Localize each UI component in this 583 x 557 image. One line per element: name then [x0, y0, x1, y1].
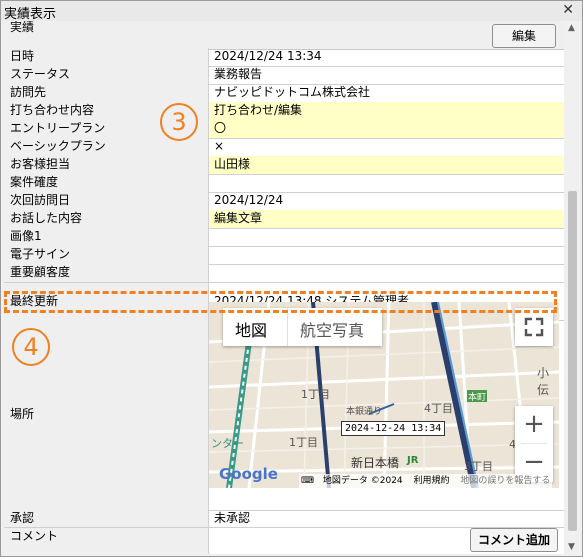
map-tab[interactable]: 地図: [235, 317, 267, 341]
detail-label: 訪問先: [4, 84, 209, 102]
detail-row: 案件確度: [4, 174, 564, 193]
detail-value: [209, 264, 564, 282]
detail-label: ステータス: [4, 66, 209, 84]
zoom-in-icon[interactable]: +: [515, 406, 553, 443]
map-station-label: 本町: [468, 393, 487, 403]
approval-value: 未承認: [214, 511, 251, 525]
edit-button[interactable]: 編集: [492, 24, 556, 48]
add-comment-button[interactable]: コメント追加: [470, 528, 558, 552]
detail-row: 画像1: [4, 228, 564, 247]
detail-row: 訪問先 ナビッピドットコム株式会社: [4, 84, 564, 103]
callout-three: 3: [160, 103, 198, 141]
satellite-tab[interactable]: 航空写真: [300, 317, 364, 341]
detail-label: お客様担当: [4, 156, 209, 174]
map-place-label: 小伝: [537, 366, 550, 397]
scroll-down-icon[interactable]: ▼: [568, 542, 575, 552]
map-place-label: 1丁目: [301, 388, 330, 401]
map-place-label: 3丁目: [464, 460, 493, 473]
approval-row: 承認 未承認: [4, 510, 564, 528]
window-title: 実績表示: [4, 7, 57, 22]
detail-row: ステータス 業務報告: [4, 66, 564, 85]
detail-row: エントリープラン〇: [4, 120, 564, 139]
detail-label: 次回訪問日: [4, 192, 209, 210]
detail-value: [209, 246, 564, 264]
scrollbar[interactable]: ▲ ▼: [565, 21, 580, 554]
map-place-label: 本銀通り: [346, 407, 383, 417]
map-type-control: 地図 航空写真: [223, 308, 382, 346]
scroll-thumb[interactable]: [568, 191, 577, 531]
keyboard-icon[interactable]: ⌨: [301, 476, 314, 486]
detail-row: お客様担当 山田様: [4, 156, 564, 175]
section-label: 実績: [10, 21, 35, 34]
title-bar: 実績表示 ✕: [1, 1, 582, 22]
detail-value: 2024/12/24: [214, 193, 284, 207]
detail-label: 電子サイン: [4, 246, 209, 264]
fullscreen-glyph: [524, 317, 544, 337]
callout-four: 4: [12, 328, 50, 366]
map-data-text: 地図データ ©2024: [322, 476, 403, 486]
detail-row: 電子サイン: [4, 246, 564, 265]
map-place-label: ンター: [211, 437, 244, 450]
report-error-link[interactable]: 地図の誤りを報告する: [460, 476, 550, 486]
detail-label: 案件確度: [4, 174, 209, 192]
detail-value: 業務報告: [214, 67, 263, 81]
detail-row: 打ち合わせ内容 打ち合わせ/編集: [4, 102, 564, 121]
detail-value: 編集文章: [209, 210, 564, 228]
comment-label: コメント: [4, 528, 209, 554]
detail-label: 日時: [4, 48, 209, 66]
map-place-label: 新日本橋: [351, 456, 400, 470]
detail-value: ナビッピドットコム株式会社: [214, 85, 371, 99]
detail-value: [209, 174, 564, 192]
highlight-frame: [4, 291, 557, 313]
detail-label: お話した内容: [4, 210, 209, 228]
map-place-label: 4丁目: [424, 402, 453, 415]
map-place-label: 1丁目: [289, 436, 318, 449]
detail-row: 重要顧客度: [4, 264, 564, 283]
fullscreen-icon[interactable]: [515, 308, 553, 346]
jr-icon: JR: [407, 455, 419, 466]
detail-label: 重要顧客度: [4, 264, 209, 282]
terms-link[interactable]: 利用規約: [414, 476, 450, 486]
approval-label: 承認: [4, 510, 209, 527]
map-attribution: ⌨ 地図データ ©2024 利用規約 地図の誤りを報告する: [299, 474, 553, 488]
detail-value: 山田様: [209, 156, 564, 174]
google-logo: Google: [219, 465, 278, 483]
detail-value: 〇: [209, 120, 564, 138]
map-type-divider: [287, 308, 288, 346]
detail-row: お話した内容 編集文章: [4, 210, 564, 229]
map-marker[interactable]: 2024-12-24 13:34: [341, 421, 446, 436]
record-window: 実績表示 ✕ 実績 編集 日時 2024/12/24 13:34 ステータス 業務報告…: [0, 0, 583, 557]
detail-row: 日時 2024/12/24 13:34: [4, 48, 564, 67]
zoom-control: + −: [515, 406, 553, 482]
close-icon[interactable]: ✕: [562, 2, 574, 18]
detail-value: ×: [214, 139, 225, 153]
detail-value: 2024/12/24 13:34: [214, 49, 322, 63]
scroll-up-icon[interactable]: ▲: [568, 23, 575, 33]
detail-row: 次回訪問日 2024/12/24: [4, 192, 564, 211]
location-map[interactable]: 1丁目 4丁目 1丁目 4丁目 3丁目 本銀通り 新日本橋 小伝 ンター 本町 …: [209, 302, 559, 488]
detail-label: 画像1: [4, 228, 209, 246]
detail-value: [209, 228, 564, 246]
section-header: 実績 編集: [4, 21, 564, 50]
detail-value: 打ち合わせ/編集: [209, 102, 564, 120]
detail-row: ベーシックプラン ×: [4, 138, 564, 157]
